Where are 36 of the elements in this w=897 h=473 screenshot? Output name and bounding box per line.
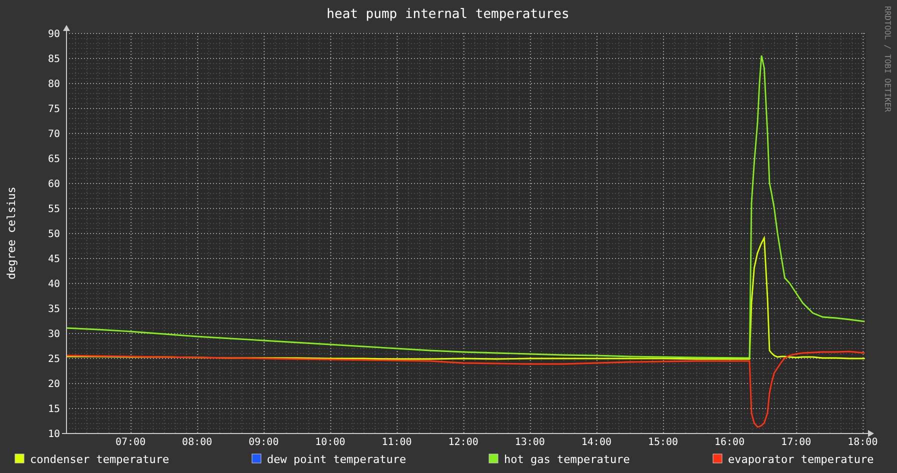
tick-label: 15:00 — [648, 437, 678, 448]
tick-label: 45 — [48, 254, 60, 265]
tick-label: 20 — [48, 379, 60, 390]
tick-label: 13:00 — [514, 437, 545, 448]
tick-label: 35 — [48, 304, 60, 315]
legend-label: dew point temperature — [267, 453, 406, 466]
tick-label: 25 — [48, 354, 60, 365]
tick-label: 11:00 — [382, 437, 412, 448]
tick-label: 17:00 — [781, 437, 812, 448]
axis-label: degree celsius — [5, 186, 18, 280]
tick-label: 07:00 — [116, 437, 146, 448]
tick-label: 15 — [48, 404, 60, 415]
tick-label: 50 — [48, 229, 60, 240]
tick-label: 55 — [48, 204, 60, 215]
tick-label: 65 — [48, 154, 60, 165]
tick-label: 75 — [48, 104, 60, 115]
legend-label: hot gas temperature — [504, 453, 630, 466]
tick-label: 12:00 — [448, 437, 478, 448]
legend-label: evaporator temperature — [728, 453, 874, 466]
legend-label: condenser temperature — [30, 453, 170, 466]
tick-label: 40 — [48, 279, 60, 290]
tick-label: 18:00 — [848, 437, 878, 448]
tick-label: 10:00 — [315, 437, 346, 448]
tick-label: 90 — [48, 29, 60, 40]
credit-text: RRDTOOL / TOBI OETIKER — [883, 6, 892, 112]
tick-label: 14:00 — [581, 437, 612, 448]
tick-label: 30 — [48, 329, 60, 340]
tick-label: 09:00 — [248, 437, 279, 448]
tick-label: 80 — [48, 79, 60, 90]
tick-label: 70 — [48, 129, 60, 140]
tick-label: 08:00 — [182, 437, 212, 448]
tick-label: 16:00 — [714, 437, 745, 448]
tick-label: 85 — [48, 54, 60, 65]
tick-label: 10 — [48, 429, 60, 440]
tick-label: 60 — [48, 179, 60, 190]
chart-title: heat pump internal temperatures — [326, 7, 570, 22]
